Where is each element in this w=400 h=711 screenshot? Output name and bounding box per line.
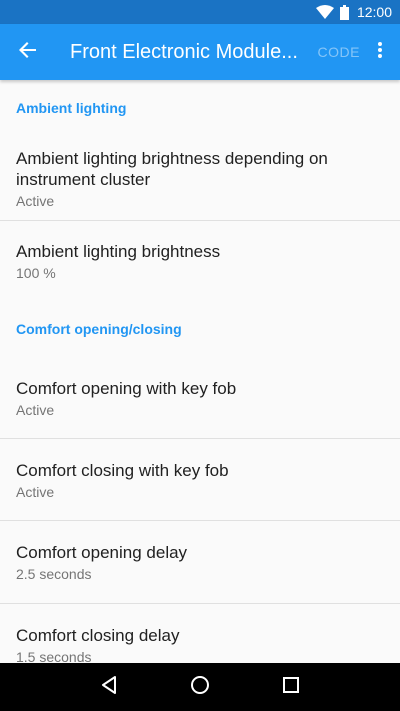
- nav-home-icon: [190, 675, 210, 700]
- code-button[interactable]: CODE: [318, 44, 360, 60]
- pref-ambient-brightness[interactable]: Ambient lighting brightness 100 %: [0, 221, 400, 301]
- pref-summary: Active: [16, 401, 55, 418]
- preferences-list: Ambient lighting Ambient lighting bright…: [0, 80, 400, 663]
- status-time: 12:00: [356, 4, 392, 20]
- more-vert-icon: [378, 41, 382, 63]
- back-button[interactable]: [0, 24, 56, 80]
- section-header-comfort-opening-closing: Comfort opening/closing: [16, 321, 182, 337]
- pref-title: Ambient lighting brightness depending on…: [16, 148, 328, 189]
- pref-title: Comfort opening delay: [16, 543, 188, 562]
- nav-back-button[interactable]: [85, 663, 133, 711]
- pref-comfort-opening-delay[interactable]: Comfort opening delay 2.5 seconds: [0, 521, 400, 604]
- nav-home-button[interactable]: [176, 663, 224, 711]
- nav-recents-icon: [282, 676, 299, 698]
- app-bar: Front Electronic Module... CODE: [0, 24, 400, 80]
- page-title: Front Electronic Module...: [70, 40, 298, 63]
- nav-recents-button[interactable]: [267, 663, 315, 711]
- wifi-icon: [315, 5, 334, 19]
- pref-title: Comfort opening with key fob: [16, 378, 237, 398]
- pref-title: Comfort closing delay: [16, 626, 180, 645]
- arrow-back-icon: [19, 41, 37, 64]
- pref-summary: 2.5 seconds: [16, 566, 92, 582]
- pref-summary: 1.5 seconds: [16, 649, 92, 663]
- pref-summary: Active: [16, 192, 55, 209]
- pref-ambient-brightness-cluster[interactable]: Ambient lighting brightness depending on…: [0, 136, 400, 221]
- nav-back-icon: [101, 675, 117, 699]
- status-bar: 12:00: [0, 0, 400, 24]
- pref-title: Comfort closing with key fob: [16, 460, 229, 480]
- pref-comfort-opening-key-fob[interactable]: Comfort opening with key fob Active: [0, 357, 400, 439]
- pref-summary: 100 %: [16, 265, 56, 281]
- overflow-menu-button[interactable]: [360, 24, 400, 80]
- section-header-ambient-lighting: Ambient lighting: [16, 100, 127, 116]
- system-nav-bar: [0, 663, 400, 711]
- pref-title: Ambient lighting brightness: [16, 242, 221, 261]
- pref-comfort-closing-delay[interactable]: Comfort closing delay 1.5 seconds: [0, 604, 400, 663]
- battery-icon: [339, 4, 349, 20]
- pref-comfort-closing-key-fob[interactable]: Comfort closing with key fob Active: [0, 439, 400, 521]
- pref-summary: Active: [16, 483, 55, 500]
